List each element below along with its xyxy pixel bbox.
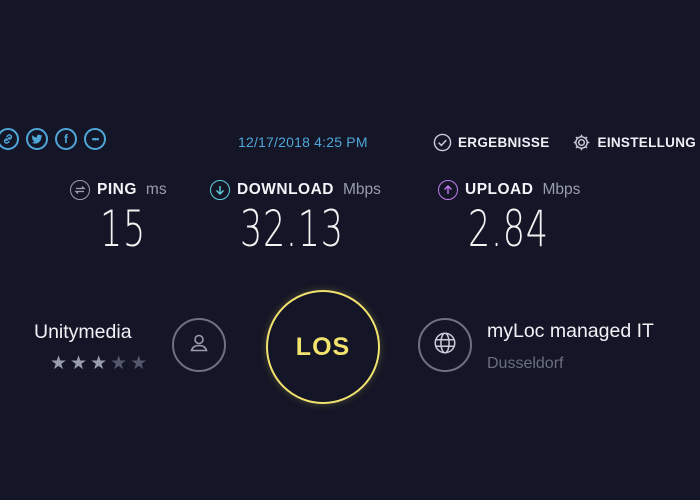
twitter-icon[interactable] bbox=[26, 128, 48, 150]
star-filled-icon[interactable]: ★ bbox=[50, 352, 67, 375]
upload-metric: UPLOAD Mbps 2.84 bbox=[438, 180, 583, 254]
star-empty-icon[interactable]: ★ bbox=[110, 352, 127, 375]
ping-metric: PING ms 15 bbox=[70, 180, 167, 254]
download-value: 32.13 bbox=[240, 200, 344, 258]
download-label: DOWNLOAD bbox=[237, 181, 334, 198]
results-nav-item[interactable]: ERGEBNISSE bbox=[432, 132, 550, 152]
share-bar: f ••• bbox=[0, 128, 106, 150]
upload-arrow-icon bbox=[438, 180, 458, 200]
download-unit: Mbps bbox=[343, 181, 381, 198]
link-icon[interactable] bbox=[0, 128, 19, 150]
top-nav: ERGEBNISSE EINSTELLUNG bbox=[432, 132, 696, 152]
server-button[interactable] bbox=[418, 318, 472, 372]
settings-label: EINSTELLUNG bbox=[597, 134, 697, 150]
isp-name: Unitymedia bbox=[34, 321, 132, 343]
download-metric: DOWNLOAD Mbps 32.13 bbox=[210, 180, 388, 254]
ping-label: PING bbox=[97, 181, 137, 198]
download-arrow-icon bbox=[210, 180, 230, 200]
star-filled-icon[interactable]: ★ bbox=[70, 352, 87, 375]
star-filled-icon[interactable]: ★ bbox=[90, 352, 107, 375]
isp-rating[interactable]: ★ ★ ★ ★ ★ bbox=[50, 352, 147, 375]
gear-icon bbox=[572, 132, 592, 152]
server-location: Dusseldorf bbox=[487, 355, 564, 372]
upload-unit: Mbps bbox=[542, 181, 581, 198]
user-button[interactable] bbox=[172, 318, 226, 372]
globe-icon bbox=[432, 330, 458, 361]
user-icon bbox=[187, 331, 211, 360]
check-circle-icon bbox=[432, 132, 452, 152]
go-button[interactable]: LOS bbox=[266, 290, 380, 404]
settings-nav-item[interactable]: EINSTELLUNG bbox=[572, 132, 697, 152]
ping-value: 15 bbox=[100, 200, 146, 258]
ping-icon bbox=[70, 180, 90, 200]
server-name[interactable]: myLoc managed IT bbox=[487, 320, 654, 343]
upload-value: 2.84 bbox=[468, 200, 549, 258]
facebook-icon[interactable]: f bbox=[55, 128, 77, 150]
results-label: ERGEBNISSE bbox=[458, 134, 550, 150]
star-empty-icon[interactable]: ★ bbox=[130, 352, 147, 375]
upload-label: UPLOAD bbox=[465, 181, 534, 198]
more-icon[interactable]: ••• bbox=[84, 128, 106, 150]
test-timestamp[interactable]: 12/17/2018 4:25 PM bbox=[238, 134, 368, 150]
ping-unit: ms bbox=[145, 181, 167, 198]
